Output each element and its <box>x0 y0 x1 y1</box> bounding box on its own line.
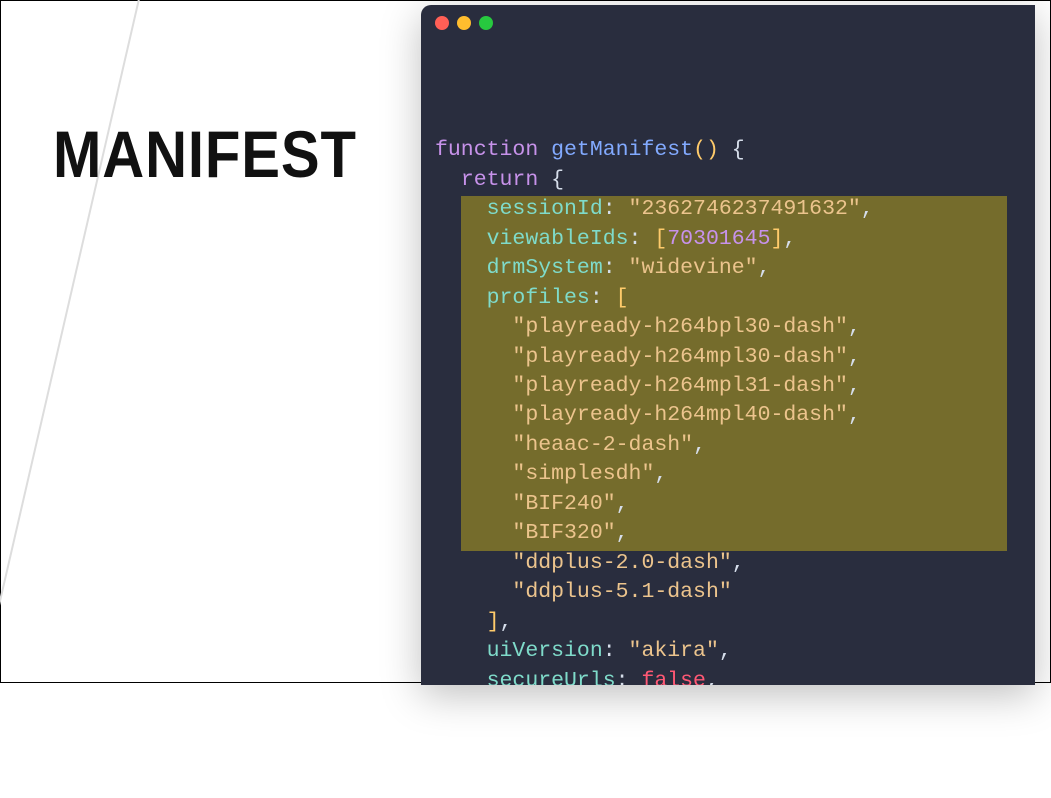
maximize-icon[interactable] <box>479 16 493 30</box>
key-viewableIds: viewableIds <box>487 227 629 251</box>
keyword-return: return <box>461 168 538 192</box>
minimize-icon[interactable] <box>457 16 471 30</box>
profile-item: playready-h264mpl40-dash <box>525 403 835 427</box>
profile-item: BIF320 <box>525 521 602 545</box>
slide-title: MANIFEST <box>53 116 377 192</box>
profile-item: playready-h264mpl30-dash <box>525 345 835 369</box>
value-drmSystem: widevine <box>641 256 744 280</box>
code-window: function getManifest() { return { sessio… <box>421 5 1035 685</box>
profile-item: heaac-2-dash <box>525 433 680 457</box>
profile-item: simplesdh <box>525 462 641 486</box>
keyword-function: function <box>435 138 538 162</box>
profile-item: playready-h264mpl31-dash <box>525 374 835 398</box>
code-block: function getManifest() { return { sessio… <box>421 40 1035 685</box>
value-uiVersion: akira <box>641 639 706 663</box>
profile-item: ddplus-5.1-dash <box>525 580 719 604</box>
right-panel: function getManifest() { return { sessio… <box>421 1 1050 682</box>
window-titlebar <box>421 5 1035 40</box>
key-drmSystem: drmSystem <box>487 256 603 280</box>
value-sessionId: 2362746237491632 <box>641 197 847 221</box>
profile-item: playready-h264bpl30-dash <box>525 315 835 339</box>
left-panel: MANIFEST <box>1 1 421 682</box>
key-profiles: profiles <box>487 286 590 310</box>
profile-item: ddplus-2.0-dash <box>525 551 719 575</box>
key-uiVersion: uiVersion <box>487 639 603 663</box>
profile-item: BIF240 <box>525 492 602 516</box>
function-name: getManifest <box>551 138 693 162</box>
key-sessionId: sessionId <box>487 197 603 221</box>
code-content: function getManifest() { return { sessio… <box>435 136 1021 685</box>
slide-container: MANIFEST function getManifest() { return… <box>1 1 1050 682</box>
close-icon[interactable] <box>435 16 449 30</box>
value-viewableIds: 70301645 <box>667 227 770 251</box>
